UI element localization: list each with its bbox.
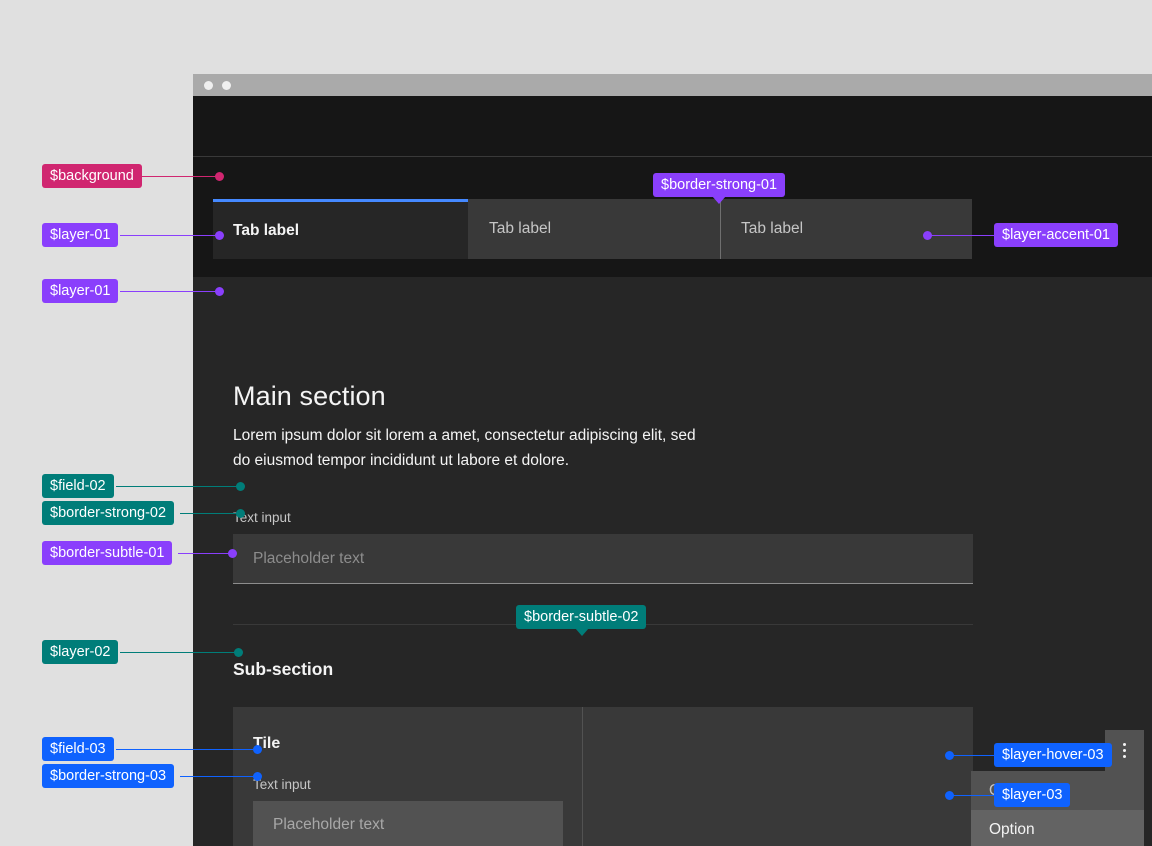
annotation-label: $layer-hover-03: [1002, 747, 1104, 763]
kebab-dot: [1123, 743, 1126, 746]
kebab-dot: [1123, 749, 1126, 752]
annotation-leader-line: [928, 235, 996, 236]
tab-1[interactable]: Tab label: [213, 199, 468, 259]
text-input-field[interactable]: Placeholder text: [233, 534, 973, 584]
text-input-placeholder: Placeholder text: [253, 549, 365, 567]
annotation-label: $border-strong-03: [50, 768, 167, 784]
annotation-leader-line: [950, 755, 996, 756]
annotation-endpoint-dot: [945, 791, 954, 800]
menu-item-option-2[interactable]: Option: [971, 810, 1144, 846]
window-titlebar: [193, 74, 1152, 96]
tab-2[interactable]: Tab label: [468, 199, 720, 259]
annotation-leader-line: [116, 749, 258, 750]
annotation-endpoint-dot: [253, 745, 262, 754]
annotation-background: $background: [42, 164, 142, 188]
annotation-caret-icon: [712, 196, 726, 204]
page-title: Main section: [233, 381, 386, 411]
app-header-bar: [193, 96, 1152, 157]
annotation-endpoint-dot: [923, 231, 932, 240]
annotation-endpoint-dot: [236, 509, 245, 518]
annotation-border-subtle-01: $border-subtle-01: [42, 541, 173, 565]
page-description: Lorem ipsum dolor sit lorem a amet, cons…: [233, 427, 696, 469]
annotation-leader-line: [120, 652, 238, 653]
annotation-label: $layer-02: [50, 644, 111, 660]
kebab-dot: [1123, 755, 1126, 758]
annotation-leader-line: [142, 176, 220, 177]
annotation-label: $field-02: [50, 478, 106, 494]
annotation-layer-hover-03: $layer-hover-03: [994, 743, 1112, 767]
annotation-field-02: $field-02: [42, 474, 114, 498]
tile-text-input-field[interactable]: Placeholder text: [253, 801, 563, 846]
annotation-border-strong-03: $border-strong-03: [42, 764, 175, 788]
screenshot-canvas: Tab label Tab label Tab label Main secti…: [0, 0, 1152, 846]
annotation-field-03: $field-03: [42, 737, 114, 761]
tile-secondary[interactable]: [582, 707, 973, 846]
annotation-endpoint-dot: [236, 482, 245, 491]
annotation-label: $layer-01: [50, 283, 111, 299]
tab-list: Tab label Tab label Tab label: [213, 199, 972, 259]
annotation-endpoint-dot: [215, 231, 224, 240]
annotation-border-strong-01: $border-strong-01: [653, 173, 786, 197]
annotation-caret-icon: [575, 628, 589, 636]
sub-section-title: Sub-section: [233, 659, 334, 679]
annotation-layer-accent-01: $layer-accent-01: [994, 223, 1118, 247]
annotation-label: $border-strong-01: [661, 177, 778, 193]
annotation-leader-line: [180, 513, 240, 514]
annotation-endpoint-dot: [234, 648, 243, 657]
annotation-label: $layer-01: [50, 227, 111, 243]
annotation-leader-line: [178, 553, 232, 554]
window-dot-icon[interactable]: [222, 81, 231, 90]
annotation-layer-01-panel: $layer-01: [42, 279, 119, 303]
annotation-leader-line: [180, 776, 258, 777]
annotation-endpoint-dot: [215, 287, 224, 296]
window-dot-icon[interactable]: [204, 81, 213, 90]
annotation-label: $border-subtle-02: [524, 609, 639, 625]
annotation-label: $layer-accent-01: [1002, 227, 1110, 243]
annotation-label: $field-03: [50, 741, 106, 757]
tab-label: Tab label: [741, 220, 804, 237]
annotation-border-strong-02: $border-strong-02: [42, 501, 175, 525]
tile-row: Tile Text input Placeholder text: [233, 707, 973, 846]
annotation-label: $layer-03: [1002, 787, 1063, 803]
annotation-endpoint-dot: [945, 751, 954, 760]
annotation-leader-line: [116, 486, 240, 487]
tab-label: Tab label: [233, 221, 300, 239]
tab-label: Tab label: [489, 220, 552, 237]
annotation-label: $border-strong-02: [50, 505, 167, 521]
annotation-endpoint-dot: [253, 772, 262, 781]
annotation-leader-line: [120, 291, 220, 292]
annotation-endpoint-dot: [228, 549, 237, 558]
annotation-leader-line: [950, 795, 996, 796]
annotation-endpoint-dot: [215, 172, 224, 181]
annotation-label: $border-subtle-01: [50, 545, 165, 561]
annotation-label: $background: [50, 168, 134, 184]
annotation-layer-01-tab: $layer-01: [42, 223, 119, 247]
menu-item-label: Option: [989, 820, 1035, 838]
tab-3[interactable]: Tab label: [720, 199, 972, 259]
tile-text-input-placeholder: Placeholder text: [273, 815, 385, 833]
tile-primary[interactable]: Tile Text input Placeholder text: [233, 707, 582, 846]
annotation-border-subtle-02: $border-subtle-02: [516, 605, 647, 629]
tile-text-input-label: Text input: [253, 777, 311, 792]
annotation-layer-03: $layer-03: [994, 783, 1071, 807]
annotation-layer-02: $layer-02: [42, 640, 119, 664]
annotation-leader-line: [120, 235, 220, 236]
